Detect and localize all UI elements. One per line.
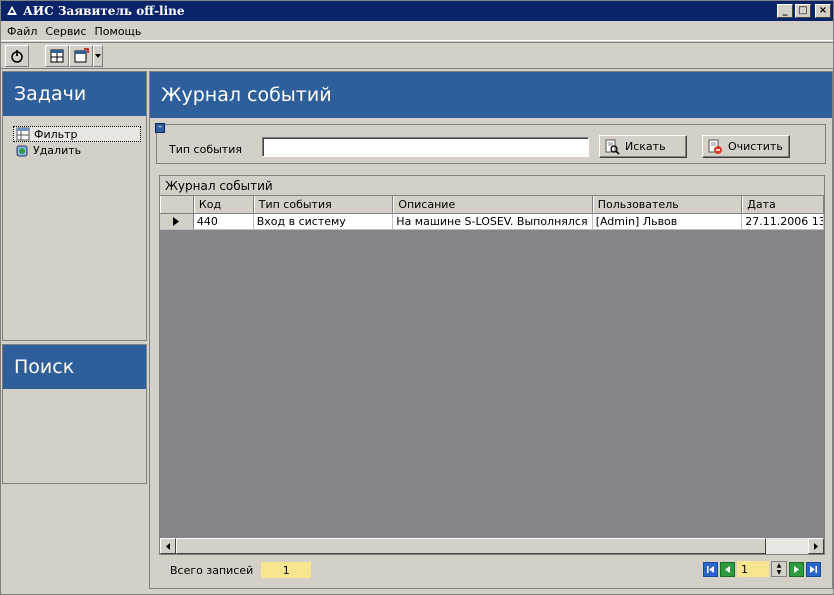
scroll-right-button[interactable] <box>808 538 824 554</box>
search-panel: Поиск <box>2 344 147 484</box>
chevron-down-icon <box>95 53 101 58</box>
next-page-button[interactable] <box>789 561 804 577</box>
column-header-code[interactable]: Код <box>193 196 254 213</box>
total-records-value: 1 <box>261 562 312 578</box>
clear-button[interactable]: Очистить <box>702 135 790 158</box>
current-row-icon <box>173 217 180 226</box>
prev-page-icon <box>725 565 730 573</box>
main-panel: Журнал событий – Тип события Искать Очис… <box>149 71 833 589</box>
row-selector-header <box>160 196 194 213</box>
maximize-button[interactable]: □ <box>795 4 811 18</box>
table-row[interactable]: 440 Вход в систему На машине S-LOSEV. Вы… <box>160 214 824 230</box>
prev-page-button[interactable] <box>720 561 735 577</box>
last-page-button[interactable] <box>806 561 821 577</box>
scroll-left-button[interactable] <box>160 538 176 554</box>
row-selector[interactable] <box>160 214 194 229</box>
cell-date[interactable]: 27.11.2006 13:5 <box>742 214 824 229</box>
filter-icon <box>16 127 30 141</box>
menu-help[interactable]: Помощь <box>91 25 146 38</box>
scroll-thumb[interactable] <box>176 538 766 554</box>
cell-type[interactable]: Вход в систему <box>254 214 394 229</box>
collapse-filter-button[interactable]: – <box>155 123 165 133</box>
minimize-button[interactable]: _ <box>777 4 793 18</box>
column-header-user[interactable]: Пользователь <box>592 196 743 213</box>
task-filter-label: Фильтр <box>34 127 78 141</box>
app-window: АИС Заявитель off-line _ □ × Файл Сервис… <box>0 0 834 595</box>
grid-header: Код Тип события Описание Пользователь Да… <box>160 196 825 214</box>
grid-window-icon <box>50 49 64 62</box>
menu-service[interactable]: Сервис <box>41 25 90 38</box>
menu-bar: Файл Сервис Помощь <box>1 22 833 41</box>
grid-caption: Журнал событий <box>160 176 824 196</box>
power-icon <box>11 49 23 63</box>
next-page-icon <box>794 565 799 573</box>
task-delete[interactable]: Удалить <box>13 142 141 158</box>
arrow-right-icon <box>814 542 818 550</box>
total-records-label: Всего записей <box>170 563 254 577</box>
close-button[interactable]: × <box>815 4 831 18</box>
last-page-icon <box>810 565 817 573</box>
spin-down-button[interactable]: ▼ <box>772 569 786 576</box>
pager: ▲ ▼ <box>703 561 821 577</box>
column-header-date[interactable]: Дата <box>742 196 825 213</box>
horizontal-scrollbar[interactable] <box>160 538 824 554</box>
cell-description[interactable]: На машине S-LOSEV. Выполнялся ... <box>393 214 593 229</box>
search-button-label: Искать <box>625 140 666 153</box>
arrow-left-icon <box>166 542 170 550</box>
cell-code[interactable]: 440 <box>194 214 254 229</box>
first-page-icon <box>707 565 714 573</box>
search-icon <box>605 139 620 155</box>
page-number-input[interactable] <box>737 561 769 577</box>
column-header-type[interactable]: Тип события <box>253 196 394 213</box>
delete-icon <box>16 145 28 157</box>
title-bar[interactable]: АИС Заявитель off-line _ □ × <box>1 1 833 21</box>
app-icon <box>7 6 17 15</box>
power-button[interactable] <box>5 44 29 67</box>
window-tile-button[interactable] <box>45 44 69 67</box>
search-button[interactable]: Искать <box>599 135 687 158</box>
toolbar-dropdown[interactable] <box>93 44 103 67</box>
grid-footer: Всего записей 1 ▲ ▼ <box>159 558 825 582</box>
window-title: АИС Заявитель off-line <box>23 4 185 18</box>
event-type-input[interactable] <box>262 137 589 157</box>
clear-icon <box>708 139 722 154</box>
search-title: Поиск <box>3 345 146 389</box>
window-icon <box>74 47 89 62</box>
task-filter[interactable]: Фильтр <box>13 126 141 142</box>
cell-user[interactable]: [Admin] Львов <box>593 214 743 229</box>
event-type-label: Тип события <box>169 143 242 156</box>
column-header-description[interactable]: Описание <box>393 196 593 213</box>
page-title: Журнал событий <box>150 72 832 118</box>
first-page-button[interactable] <box>703 561 718 577</box>
events-grid: Журнал событий Код Тип события Описание … <box>159 175 825 555</box>
window-cascade-button[interactable] <box>69 44 93 67</box>
clear-button-label: Очистить <box>728 140 783 153</box>
menu-file[interactable]: Файл <box>3 25 41 38</box>
spin-up-button[interactable]: ▲ <box>772 562 786 569</box>
page-spinner[interactable]: ▲ ▼ <box>771 561 787 577</box>
tasks-panel: Задачи Фильтр Удалить <box>2 71 147 341</box>
filter-group: – Тип события Искать Очистить <box>155 123 826 164</box>
scroll-track[interactable] <box>766 538 808 554</box>
toolbar <box>1 42 833 69</box>
task-delete-label: Удалить <box>33 143 82 157</box>
tasks-title: Задачи <box>3 72 146 116</box>
